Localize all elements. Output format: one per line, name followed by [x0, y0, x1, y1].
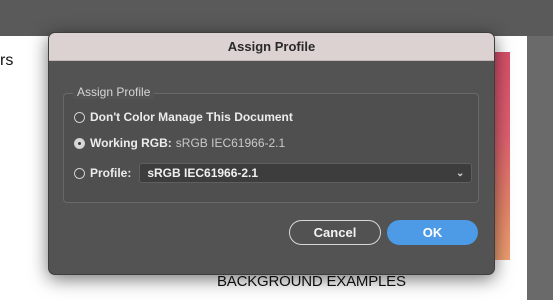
option-profile[interactable]: Profile: sRGB IEC61966-2.1 ⌄ — [74, 163, 473, 183]
option-dont-manage[interactable]: Don't Color Manage This Document — [74, 110, 293, 124]
radio-dont-manage[interactable] — [74, 111, 85, 123]
working-rgb-value: sRGB IEC61966-2.1 — [175, 136, 286, 150]
radio-working-rgb[interactable] — [74, 137, 85, 149]
document-edge-text: rs — [0, 52, 14, 69]
option-dont-manage-label: Don't Color Manage This Document — [90, 110, 293, 124]
profile-select-value: sRGB IEC61966-2.1 — [147, 166, 259, 180]
chevron-down-icon: ⌄ — [455, 167, 465, 179]
profile-select[interactable]: sRGB IEC61966-2.1 ⌄ — [139, 163, 473, 183]
assign-profile-dialog: Assign Profile Assign Profile Don't Colo… — [48, 32, 495, 275]
option-working-rgb[interactable]: Working RGB: sRGB IEC61966-2.1 — [74, 136, 285, 150]
ok-button[interactable]: OK — [387, 220, 478, 245]
option-working-rgb-label: Working RGB: — [90, 136, 172, 150]
option-profile-label: Profile: — [90, 166, 132, 180]
dialog-title: Assign Profile — [49, 33, 494, 61]
radio-profile[interactable] — [74, 167, 85, 179]
cancel-button[interactable]: Cancel — [289, 220, 381, 245]
group-label: Assign Profile — [73, 85, 155, 99]
canvas-gutter — [527, 36, 553, 300]
document-caption: BACKGROUND EXAMPLES — [217, 273, 406, 290]
